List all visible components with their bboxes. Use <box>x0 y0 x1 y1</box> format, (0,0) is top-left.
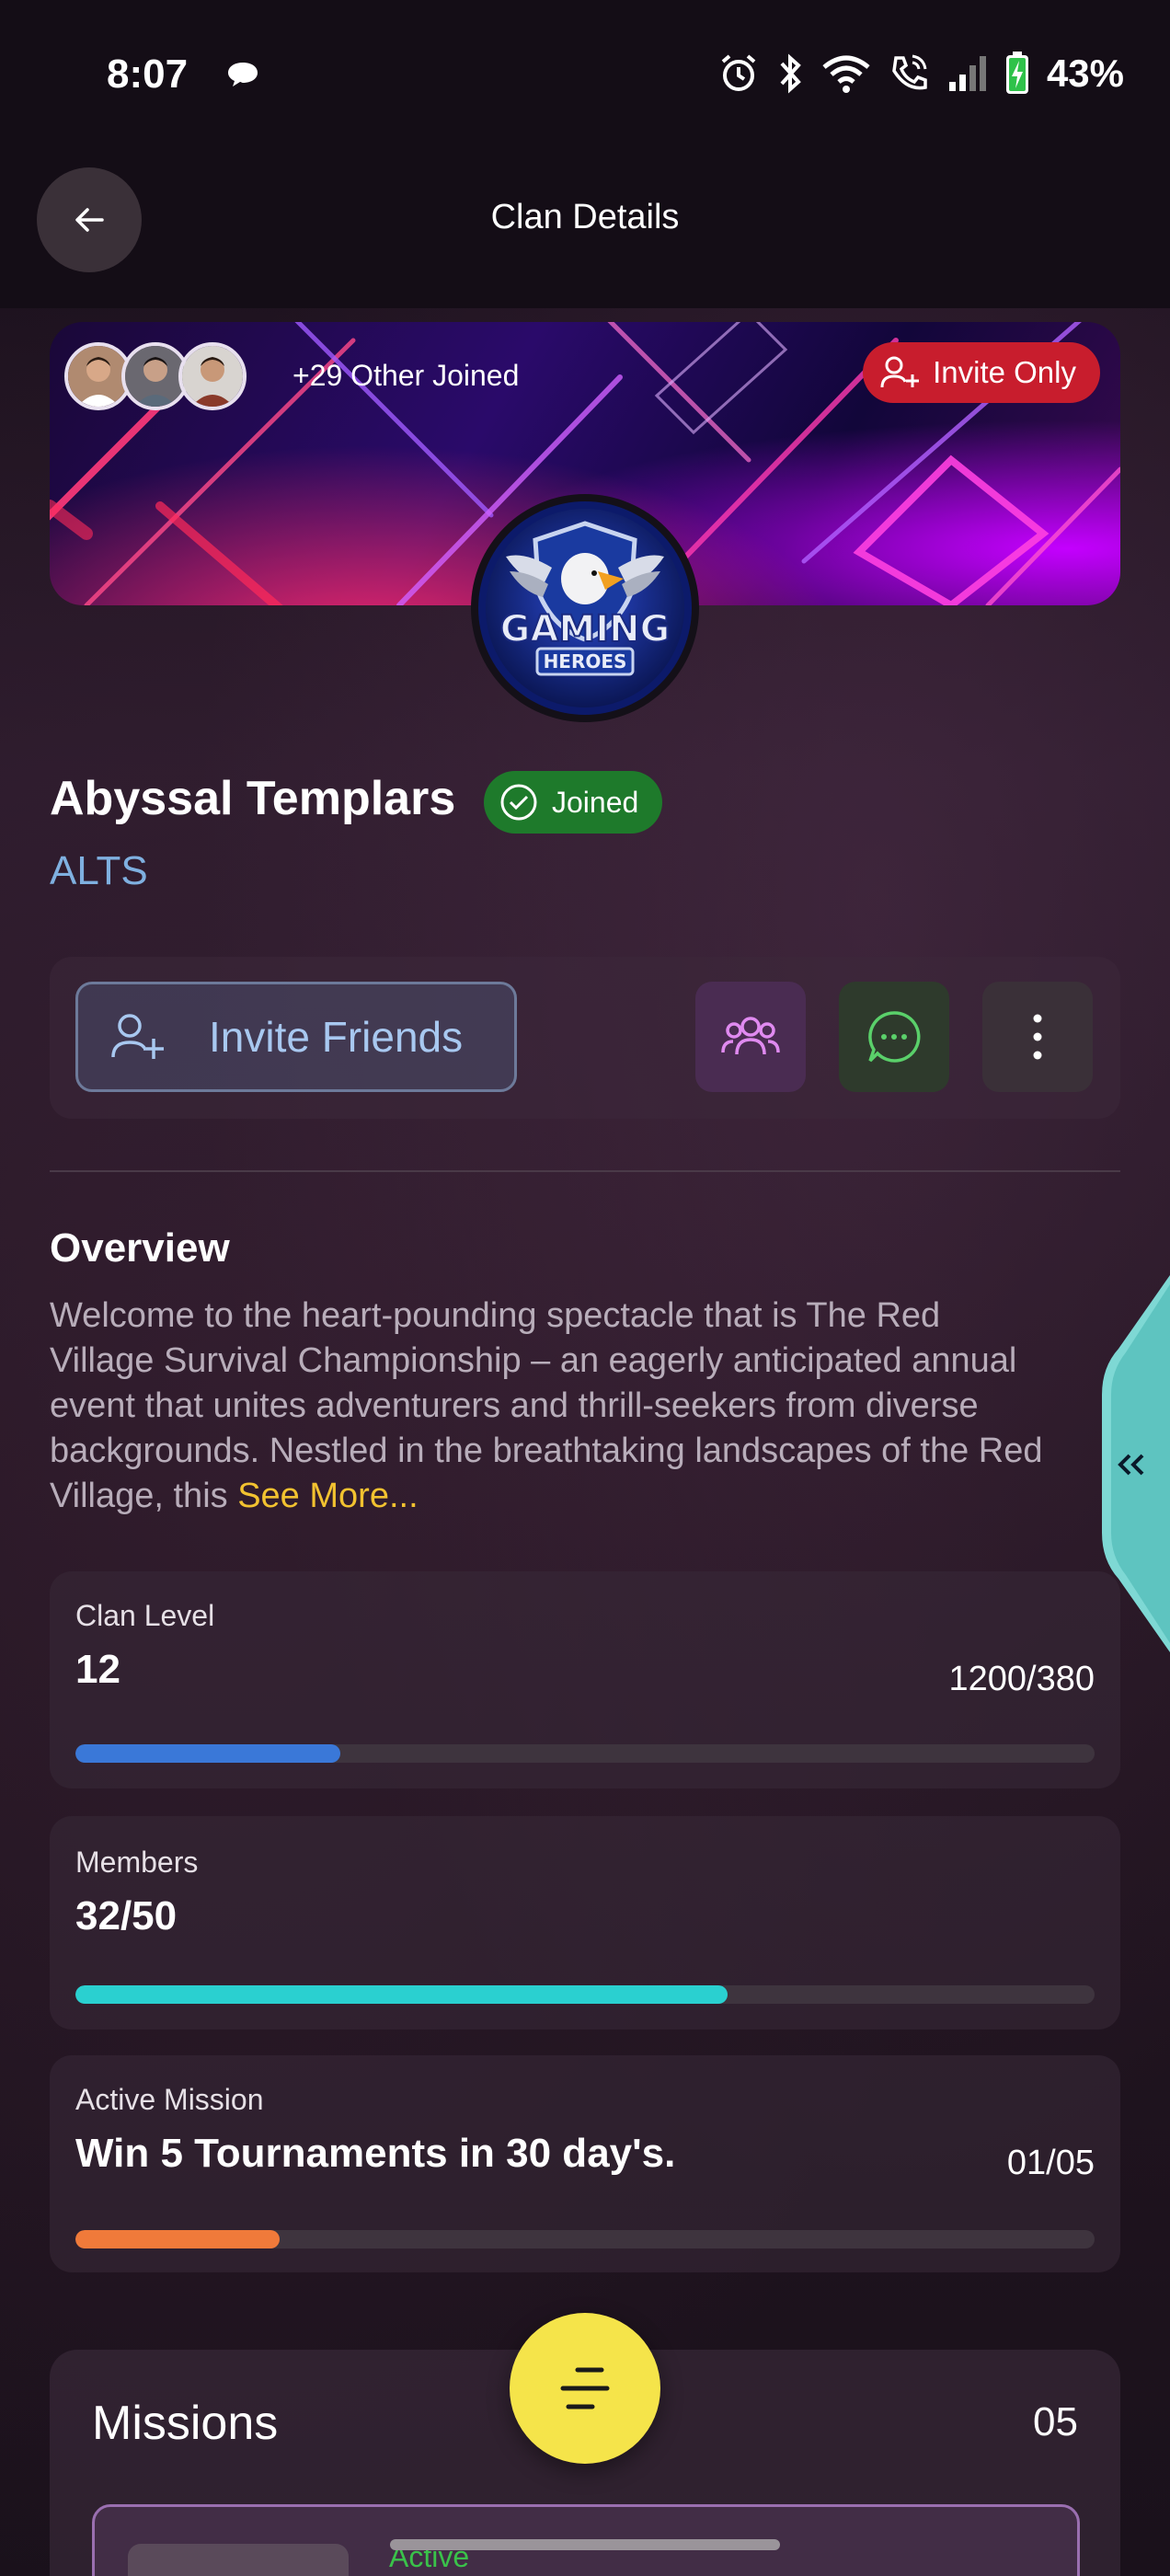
app-bar: Clan Details <box>0 152 1170 308</box>
active-mission-progress-text: 01/05 <box>1006 2144 1095 2182</box>
chat-notification-icon <box>228 63 258 86</box>
active-mission-progress-fill <box>75 2230 280 2248</box>
divider <box>50 1170 1120 1172</box>
other-joined-text: +29 Other Joined <box>292 359 520 392</box>
cell-signal-icon <box>948 56 986 91</box>
active-mission-label: Active Mission <box>75 2083 264 2116</box>
members-card: Members 32/50 <box>50 1816 1120 2030</box>
clan-tag: ALTS <box>50 848 148 893</box>
members-value: 32/50 <box>75 1893 178 1938</box>
more-options-button[interactable] <box>982 982 1093 1092</box>
bluetooth-icon <box>780 53 801 94</box>
svg-text:GAMING: GAMING <box>500 608 671 650</box>
active-mission-progress-bar <box>75 2230 1095 2248</box>
page-title: Clan Details <box>490 198 680 236</box>
clan-level-label: Clan Level <box>75 1599 215 1632</box>
more-vertical-icon <box>1033 1014 1042 1060</box>
overview-line: Welcome to the heart-pounding spectacle … <box>50 1296 941 1335</box>
overview-line: event that unites adventurers and thrill… <box>50 1386 979 1425</box>
overview-description: Welcome to the heart-pounding spectacle … <box>50 1294 1117 1519</box>
clan-level-progress-bar <box>75 1744 1095 1763</box>
joined-label: Joined <box>552 785 639 819</box>
svg-text:HEROES: HEROES <box>544 650 627 673</box>
menu-lines-icon <box>560 2367 610 2409</box>
wifi-calling-icon <box>892 54 927 90</box>
missions-count: 05 <box>1033 2399 1078 2444</box>
joined-badge: Joined <box>484 771 663 834</box>
overview-line: backgrounds. Nestled in the breathtaking… <box>50 1432 1043 1470</box>
clan-logo: GAMING HEROES <box>471 494 699 722</box>
wifi-icon <box>822 55 870 93</box>
action-row: Invite Friends <box>50 957 1120 1119</box>
members-progress-fill <box>75 1985 728 2004</box>
group-icon <box>721 1017 780 1055</box>
user-plus-icon <box>111 1014 164 1059</box>
overview-line: Village, this See More... <box>50 1474 1117 1519</box>
avatar <box>178 342 247 410</box>
missions-title: Missions <box>92 2397 279 2450</box>
members-label: Members <box>75 1846 199 1879</box>
members-button[interactable] <box>695 982 806 1092</box>
battery-percentage: 43% <box>1046 52 1124 95</box>
invite-friends-button[interactable]: Invite Friends <box>75 982 517 1092</box>
members-progress-bar <box>75 1985 1095 2004</box>
home-indicator[interactable] <box>390 2539 780 2550</box>
chat-button[interactable] <box>839 982 949 1092</box>
check-circle-icon <box>500 784 537 821</box>
overview-title: Overview <box>50 1225 230 1271</box>
clan-level-progress-text: 1200/380 <box>948 1660 1095 1698</box>
status-time: 8:07 <box>107 52 189 97</box>
active-mission-value: Win 5 Tournaments in 30 day's. <box>75 2131 676 2176</box>
active-mission-card: Active Mission Win 5 Tournaments in 30 d… <box>50 2055 1120 2272</box>
battery-charging-icon <box>1005 52 1028 94</box>
mission-thumbnail <box>128 2544 349 2576</box>
see-more-link[interactable]: See More... <box>237 1477 418 1515</box>
status-bar: 8:07 43% <box>0 0 1170 152</box>
menu-fab-button[interactable] <box>510 2313 660 2464</box>
chat-bubble-icon <box>868 1011 921 1063</box>
clan-level-progress-fill <box>75 1744 341 1763</box>
invite-friends-label: Invite Friends <box>209 1013 464 1061</box>
member-avatars[interactable] <box>64 342 247 410</box>
clan-level-card: Clan Level 12 1200/380 <box>50 1571 1120 1788</box>
overview-line-text: Village, this <box>50 1477 238 1515</box>
alarm-icon <box>721 54 756 91</box>
clan-name: Abyssal Templars <box>50 772 456 825</box>
user-plus-icon <box>880 356 920 388</box>
clan-level-value: 12 <box>75 1647 120 1692</box>
invite-only-badge: Invite Only <box>863 342 1100 403</box>
status-icons: 43% <box>717 52 1124 96</box>
clan-details-screen: 8:07 43% Clan Details +29 Other Joined I… <box>0 0 1170 2576</box>
overview-line: Village Survival Championship – an eager… <box>50 1341 1017 1380</box>
invite-only-label: Invite Only <box>933 355 1076 389</box>
